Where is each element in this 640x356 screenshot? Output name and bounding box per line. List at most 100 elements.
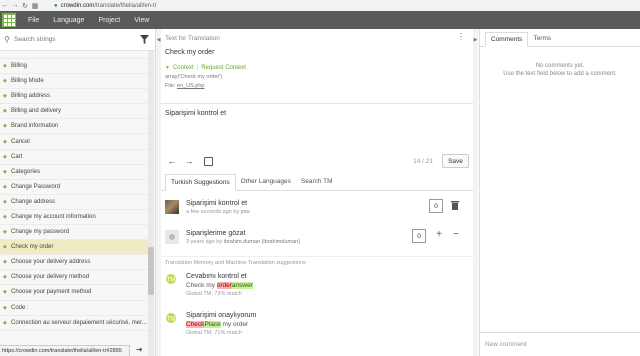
diff-deleted: Check	[186, 321, 205, 328]
tm-source-diff: CheckPlace my order	[186, 321, 256, 328]
lock-icon: ●	[54, 2, 58, 9]
list-item[interactable]: ◆ Billing	[0, 59, 148, 75]
comments-panel: Comments Terms No comments yet. Use the …	[479, 29, 640, 356]
list-item[interactable]: ◆ Change my account information	[0, 210, 148, 226]
list-item-label: Change my password	[11, 229, 70, 236]
translated-check-icon: ◆	[3, 213, 7, 220]
translated-check-icon: ◆	[3, 259, 7, 266]
tm-source-diff: Check my orderanswer	[186, 282, 253, 289]
context-link[interactable]: Context	[173, 65, 194, 71]
menu-view[interactable]: View	[134, 17, 149, 24]
list-item-label: Change my account information	[11, 213, 96, 220]
diff-deleted: order	[216, 282, 232, 289]
list-item[interactable]: ◆ Connection au serveur depaiement sécuri…	[0, 316, 148, 331]
list-item-label: Billing address	[11, 93, 51, 100]
tm-text: Siparişimi onaylıyorum	[186, 312, 257, 319]
list-item[interactable]: ◆ Cancel	[0, 134, 148, 150]
translated-check-icon: ◆	[3, 229, 7, 236]
suggestion-text: Siparişimi kontrol et	[186, 199, 248, 207]
list-item[interactable]: ◆ Cart	[0, 150, 148, 165]
main-menu: File Language Project View	[28, 17, 149, 24]
chevron-right-icon[interactable]: ▶	[473, 37, 478, 43]
menu-project[interactable]: Project	[98, 17, 120, 24]
source-text: Check my order	[165, 49, 215, 56]
tab-other-languages[interactable]: Other Languages	[236, 173, 296, 190]
copy-source-icon[interactable]	[204, 156, 213, 166]
browser-toolbar: ← → ↻ ▦ ● crowdin.com/translate/thelia/a…	[0, 0, 640, 11]
search-input[interactable]	[14, 36, 132, 43]
trash-icon[interactable]	[451, 200, 459, 210]
tab-comments[interactable]: Comments	[485, 32, 529, 47]
request-context-link[interactable]: Request Context	[201, 65, 246, 71]
list-item[interactable]: ◆ Change my password	[0, 225, 148, 241]
file-link[interactable]: en_US.php	[177, 83, 205, 89]
list-item[interactable]: ◆ Billing Mode	[0, 74, 148, 90]
list-item[interactable]: ◆ Choose your payment method	[0, 285, 148, 301]
list-item[interactable]	[0, 51, 148, 59]
list-item[interactable]: ◆ Change address	[0, 195, 148, 210]
list-item[interactable]: ◆ Billing address	[0, 89, 148, 105]
list-item-label: Categories	[11, 168, 41, 175]
suggestion-item[interactable]: Siparişlerime gözat 3 years ago by ibrah…	[161, 223, 473, 251]
translated-check-icon: ◆	[3, 63, 7, 70]
tab-turkish-suggestions[interactable]: Turkish Suggestions	[165, 174, 236, 191]
list-item-label: Cart	[11, 153, 23, 160]
empty-comments-hint: Use the text field below to add a commen…	[503, 70, 617, 77]
new-comment-input[interactable]: New comment	[480, 332, 640, 356]
string-key: array('Check my order')	[165, 74, 223, 80]
app-header: File Language Project View ⚙ ? honte	[0, 11, 640, 356]
list-item[interactable]: ◆ Choose your delivery address	[0, 255, 148, 271]
list-item[interactable]: ◆ Choose your delivery method	[0, 270, 148, 286]
more-options-icon[interactable]: ⋮	[457, 33, 465, 41]
tm-suggestion[interactable]: TM Siparişimi onaylıyorum CheckPlace my …	[161, 312, 473, 336]
list-item-label: Change address	[11, 198, 56, 205]
list-item[interactable]: ◆ Categories	[0, 165, 148, 180]
menu-language[interactable]: Language	[53, 17, 84, 24]
plus-icon[interactable]: +	[436, 229, 442, 240]
arrow-left-icon[interactable]: ←	[165, 156, 179, 166]
apps-icon[interactable]: ▦	[30, 2, 40, 10]
reload-icon[interactable]: ↻	[20, 2, 30, 10]
translated-check-icon: ◆	[3, 78, 7, 85]
back-icon[interactable]: ←	[0, 2, 10, 9]
suggestion-meta: a few seconds ago by you	[186, 209, 250, 215]
tm-icon: TM	[166, 274, 176, 284]
list-item[interactable]: ◆ Brand information	[0, 119, 148, 135]
vote-count: 0	[429, 199, 443, 213]
forward-icon[interactable]: →	[10, 2, 20, 9]
caret-down-icon[interactable]: ▼	[165, 65, 170, 71]
translation-input[interactable]: Siparişimi kontrol et	[161, 105, 473, 151]
tab-search-tm[interactable]: Search TM	[296, 173, 338, 190]
suggestion-item[interactable]: Siparişimi kontrol et a few seconds ago …	[161, 193, 473, 221]
list-item[interactable]: ◆ Change Password	[0, 180, 148, 195]
tm-suggestion[interactable]: TM Cevabımı kontrol et Check my orderans…	[161, 273, 473, 297]
tm-icon: TM	[166, 313, 176, 323]
filter-icon[interactable]	[137, 33, 151, 47]
search-row: ⚲	[0, 29, 155, 51]
translated-check-icon: ◆	[3, 198, 7, 205]
tab-terms[interactable]: Terms	[528, 31, 556, 46]
menu-file[interactable]: File	[28, 17, 39, 24]
scrollbar[interactable]	[148, 51, 154, 356]
list-item-label: Billing Mode	[11, 78, 44, 85]
scrollbar-thumb[interactable]	[148, 247, 154, 295]
strings-panel: ⚲ ◆Billing◆Billing Mode◆Billing address◆…	[0, 29, 156, 356]
right-splitter[interactable]: ▶	[473, 29, 478, 356]
meta-author[interactable]: ibrahim.duman (ibrahimduman)	[224, 239, 300, 245]
list-item[interactable]: ◆ Check my order	[0, 240, 148, 256]
suggestion-tabs: Turkish Suggestions Other Languages Sear…	[161, 173, 473, 191]
arrow-right-icon[interactable]: →	[182, 156, 196, 166]
suggestion-meta: 3 years ago by ibrahim.duman (ibrahimdum…	[186, 239, 300, 245]
list-item[interactable]: ◆ Code :	[0, 301, 148, 316]
translated-check-icon: ◆	[3, 183, 7, 190]
save-button[interactable]: Save	[442, 154, 469, 168]
meta-author[interactable]: you	[241, 209, 250, 215]
address-bar[interactable]: ● crowdin.com/translate/thelia/all/en-tr	[54, 3, 157, 9]
arrow-right-icon[interactable]: ➜	[136, 345, 143, 354]
list-item-label: Choose your payment method	[11, 289, 92, 296]
app-menu-icon[interactable]	[2, 13, 16, 27]
list-item-label: Brand information	[11, 123, 59, 130]
minus-icon[interactable]: −	[453, 229, 459, 240]
tm-meta: Global TM, 73% match	[186, 291, 242, 297]
list-item[interactable]: ◆ Billing and delivery	[0, 104, 148, 120]
